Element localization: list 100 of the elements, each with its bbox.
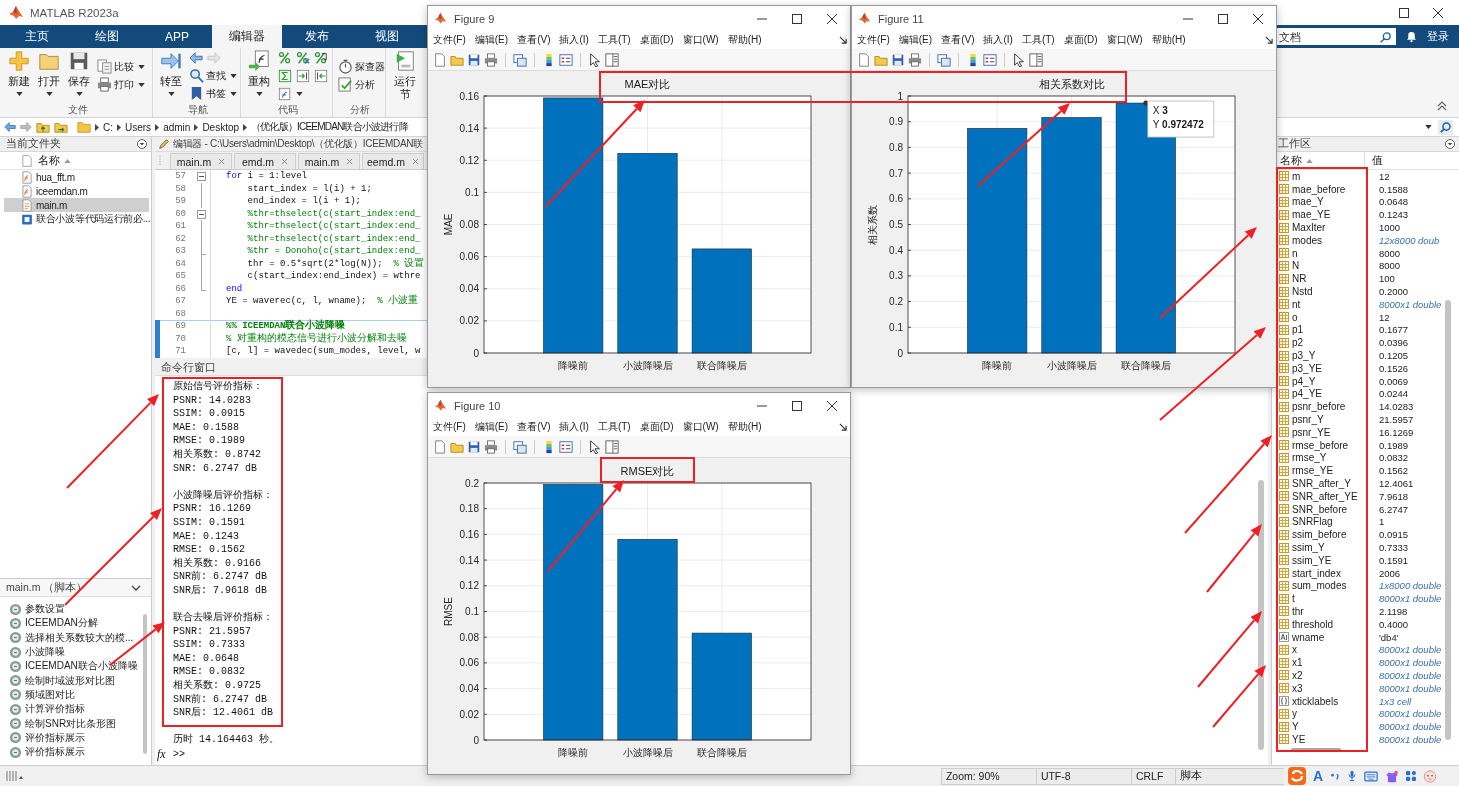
sign-in-link[interactable]: 登录 [1427, 29, 1449, 44]
menu-item[interactable]: 工具(T) [597, 33, 631, 47]
menu-item[interactable]: 查看(V) [517, 33, 551, 47]
command-prompt[interactable]: >> [173, 747, 185, 762]
variable-name[interactable]: p3_YE [1292, 362, 1323, 374]
legend-icon[interactable] [559, 439, 573, 454]
dropdown-icon[interactable] [137, 139, 147, 149]
caret-icon[interactable] [1425, 125, 1432, 129]
microphone-icon[interactable] [1347, 770, 1357, 782]
toolbar-button[interactable]: 打开 [34, 48, 64, 96]
column-header[interactable]: 名称 [1280, 153, 1302, 168]
variable-name[interactable]: m [1292, 170, 1301, 182]
ribbon-tab[interactable]: 绘图 [72, 25, 142, 48]
menu-item[interactable]: 工具(T) [1021, 33, 1055, 47]
sort-icon[interactable] [1306, 158, 1313, 163]
pointer-icon[interactable] [1012, 52, 1026, 67]
section-item[interactable]: 参数设置 [0, 602, 143, 617]
variable-name[interactable]: SNR_after_YE [1292, 490, 1358, 502]
column-header[interactable]: 值 [1372, 153, 1383, 166]
dock-arrow-icon[interactable] [1265, 36, 1273, 44]
variable-name[interactable]: SNRFlag [1292, 516, 1333, 528]
toolbar-button[interactable]: 分析 [338, 75, 385, 94]
variable-name[interactable]: modes [1292, 234, 1322, 246]
menu-item[interactable]: 窗口(W) [1106, 33, 1143, 47]
linked-windows-icon[interactable] [513, 52, 527, 67]
menu-item[interactable]: 帮助(H) [727, 420, 762, 434]
back-arrow-icon[interactable] [189, 50, 203, 65]
dropdown-icon[interactable] [1445, 139, 1455, 149]
chevron-icon[interactable] [243, 123, 248, 131]
menu-item[interactable]: 帮助(H) [727, 33, 762, 47]
menu-item[interactable]: 桌面(D) [639, 420, 674, 434]
path-segment[interactable]: Users [125, 121, 152, 133]
ribbon-tab[interactable]: APP [142, 25, 212, 48]
search-icon[interactable] [1380, 30, 1392, 43]
menu-item[interactable]: 文件(F) [857, 33, 890, 47]
variable-name[interactable]: o [1292, 311, 1298, 323]
chevron-icon[interactable] [95, 123, 99, 131]
variable-name[interactable]: NR [1292, 273, 1307, 285]
menu-item[interactable]: 窗口(W) [682, 420, 719, 434]
toolbar-button[interactable]: 书签 [189, 84, 237, 103]
variable-name[interactable]: ssim_Y [1292, 542, 1325, 553]
toolbar-button[interactable]: 比较 [97, 57, 145, 76]
variable-name[interactable]: p3_Y [1292, 350, 1316, 362]
scrollbar-thumb[interactable] [1258, 480, 1264, 750]
keyboard-icon[interactable] [1364, 769, 1378, 783]
variable-name[interactable]: mae_YE [1292, 209, 1331, 221]
section-item[interactable]: ICEEMDAN联合小波降噪 [0, 659, 143, 674]
variable-name[interactable]: x2 [1292, 669, 1303, 681]
outdent-icon[interactable] [314, 68, 328, 83]
menu-item[interactable]: 帮助(H) [1151, 33, 1186, 47]
variable-name[interactable]: psnr_before [1292, 401, 1346, 413]
menu-item[interactable]: 插入(I) [559, 420, 589, 434]
chevron-icon[interactable] [117, 123, 121, 131]
editor-tab[interactable]: eemd.m [362, 153, 424, 169]
ribbon-tab[interactable]: 视图 [352, 25, 422, 48]
section-item[interactable]: 评价指标展示 [0, 730, 143, 745]
fold-toggle-icon[interactable] [196, 209, 206, 219]
menu-item[interactable]: 编辑(E) [474, 420, 509, 434]
variable-name[interactable]: Nstd [1292, 286, 1313, 298]
maximize-icon[interactable] [1218, 13, 1228, 24]
variable-name[interactable]: p4_YE [1292, 388, 1323, 400]
folder-up-icon[interactable] [36, 120, 50, 134]
variable-name[interactable]: SNR_before [1292, 503, 1348, 515]
variable-name[interactable]: sum_modes [1292, 580, 1347, 592]
new-file-icon[interactable] [433, 52, 447, 67]
back-arrow-icon[interactable] [4, 121, 16, 133]
save-icon[interactable] [467, 52, 481, 67]
editor-tab[interactable]: main.m [170, 153, 232, 169]
pointer-icon[interactable] [588, 439, 602, 454]
menu-item[interactable]: 文件(F) [433, 420, 466, 434]
variable-name[interactable]: MaxIter [1292, 222, 1326, 234]
menu-item[interactable]: 编辑(E) [474, 33, 509, 47]
ribbon-tab[interactable]: 发布 [282, 25, 352, 48]
file-item[interactable]: iceemdan.m [4, 184, 149, 198]
printer-icon[interactable] [484, 439, 498, 454]
section-item[interactable]: 评价指标展示 [0, 744, 143, 760]
scrollbar-thumb[interactable] [1291, 748, 1341, 752]
variable-name[interactable]: n [1292, 247, 1298, 259]
section-item[interactable]: 小波降噪 [0, 644, 143, 660]
dock-arrow-icon[interactable] [839, 36, 847, 44]
variable-name[interactable]: YE [1292, 733, 1306, 745]
variable-name[interactable]: rmse_Y [1292, 452, 1327, 464]
variable-name[interactable]: threshold [1292, 618, 1334, 630]
legend-icon[interactable] [983, 52, 997, 67]
variable-name[interactable]: x [1292, 644, 1297, 656]
maximize-icon[interactable] [792, 13, 802, 24]
percent-wrap-icon[interactable] [314, 50, 328, 65]
menu-item[interactable]: 桌面(D) [639, 33, 674, 47]
bell-icon[interactable] [1405, 30, 1418, 43]
column-header[interactable]: 名称 [38, 153, 60, 168]
search-icon[interactable] [1438, 119, 1453, 135]
maximize-icon[interactable] [1399, 7, 1409, 18]
toolbar-button[interactable]: 转至 [156, 48, 186, 96]
variable-name[interactable]: rmse_YE [1292, 465, 1334, 477]
ime-logo-icon[interactable] [1287, 767, 1306, 785]
variable-name[interactable]: N [1292, 260, 1300, 272]
menu-item[interactable]: 文件(F) [433, 33, 466, 47]
toolbar-button[interactable]: 新建 [4, 48, 34, 96]
variable-name[interactable]: SNR_after_Y [1292, 478, 1351, 489]
input-mode-indicator[interactable]: A [1312, 768, 1323, 784]
